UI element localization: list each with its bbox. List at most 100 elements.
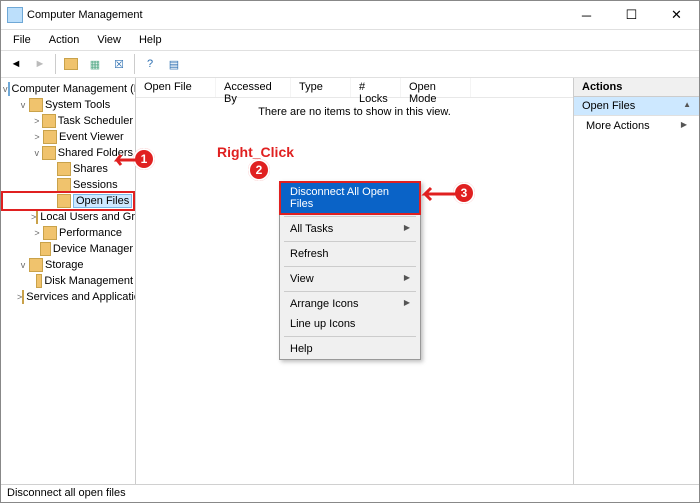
menu-help[interactable]: Help bbox=[131, 32, 170, 48]
folder-icon bbox=[57, 194, 71, 208]
tree-label: Performance bbox=[59, 227, 122, 239]
expand-icon[interactable]: > bbox=[31, 132, 43, 142]
actions-pane: Actions Open Files ▲ More Actions ▶ bbox=[573, 78, 699, 486]
tree-item-open-files[interactable]: Open Files bbox=[3, 193, 133, 209]
tree-root[interactable]: v Computer Management (Local) bbox=[3, 81, 133, 97]
tree-label: Shared Folders bbox=[58, 147, 133, 159]
actions-selected[interactable]: Open Files ▲ bbox=[574, 97, 699, 116]
context-menu: Disconnect All Open Files All Tasks ▶ Refre… bbox=[279, 181, 421, 360]
chevron-right-icon: ▶ bbox=[404, 223, 410, 235]
ctx-label: All Tasks bbox=[290, 223, 333, 235]
chevron-up-icon: ▲ bbox=[683, 100, 691, 112]
ctx-label: Disconnect All Open Files bbox=[290, 186, 410, 210]
tree-item-shares[interactable]: Shares bbox=[3, 161, 133, 177]
tree-item-device-manager[interactable]: Device Manager bbox=[3, 241, 133, 257]
ctx-label: Refresh bbox=[290, 248, 329, 260]
app-icon bbox=[7, 7, 23, 23]
tree-label: Device Manager bbox=[53, 243, 133, 255]
empty-message: There are no items to show in this view. bbox=[136, 98, 573, 118]
nav-tree[interactable]: v Computer Management (Local) v System To… bbox=[1, 78, 136, 486]
expand-icon[interactable]: v bbox=[17, 260, 29, 270]
close-button[interactable]: ✕ bbox=[654, 1, 699, 29]
ctx-label: Line up Icons bbox=[290, 318, 355, 330]
menu-separator bbox=[284, 291, 416, 292]
tree-label: Computer Management (Local) bbox=[12, 83, 137, 95]
folder-icon bbox=[40, 242, 51, 256]
folder-icon bbox=[29, 98, 43, 112]
tree-label: Disk Management bbox=[44, 275, 133, 287]
menubar: File Action View Help bbox=[1, 30, 699, 50]
tree-label: Task Scheduler bbox=[58, 115, 133, 127]
folder-icon bbox=[57, 178, 71, 192]
folder-icon bbox=[29, 258, 43, 272]
expand-icon[interactable]: > bbox=[31, 116, 42, 126]
properties-button[interactable]: ▦ bbox=[84, 53, 106, 75]
menu-separator bbox=[284, 216, 416, 217]
folder-icon bbox=[36, 274, 43, 288]
back-button[interactable]: ◄ bbox=[5, 53, 27, 75]
ctx-label: Help bbox=[290, 343, 313, 355]
menu-separator bbox=[284, 241, 416, 242]
folder-icon bbox=[57, 162, 71, 176]
tree-label: Shares bbox=[73, 163, 108, 175]
col-accessedby[interactable]: Accessed By bbox=[216, 78, 291, 97]
chevron-right-icon: ▶ bbox=[681, 120, 687, 132]
ctx-view[interactable]: View▶ bbox=[280, 269, 420, 289]
menu-view[interactable]: View bbox=[89, 32, 129, 48]
forward-button[interactable]: ► bbox=[29, 53, 51, 75]
tree-label: System Tools bbox=[45, 99, 110, 111]
actions-more-label: More Actions bbox=[586, 120, 650, 132]
tree-item-disk-management[interactable]: Disk Management bbox=[3, 273, 133, 289]
expand-icon[interactable]: v bbox=[17, 100, 29, 110]
tree-item-system-tools[interactable]: v System Tools bbox=[3, 97, 133, 113]
ctx-disconnect-all-open-files[interactable]: Disconnect All Open Files bbox=[280, 182, 420, 214]
help-button[interactable]: ? bbox=[139, 53, 161, 75]
ctx-help[interactable]: Help bbox=[280, 339, 420, 359]
ctx-line-up-icons[interactable]: Line up Icons bbox=[280, 314, 420, 334]
col-openfile[interactable]: Open File bbox=[136, 78, 216, 97]
expand-icon[interactable]: v bbox=[31, 148, 42, 158]
col-locks[interactable]: # Locks bbox=[351, 78, 401, 97]
titlebar: Computer Management ─ ☐ ✕ bbox=[1, 1, 699, 30]
ctx-refresh[interactable]: Refresh bbox=[280, 244, 420, 264]
expand-icon[interactable]: > bbox=[31, 228, 43, 238]
up-button[interactable] bbox=[60, 53, 82, 75]
ctx-label: View bbox=[290, 273, 314, 285]
tree-item-local-users-and-groups[interactable]: >Local Users and Groups bbox=[3, 209, 133, 225]
tree-label: Services and Applications bbox=[26, 291, 136, 303]
chevron-right-icon: ▶ bbox=[404, 298, 410, 310]
maximize-button[interactable]: ☐ bbox=[609, 1, 654, 29]
actions-more[interactable]: More Actions ▶ bbox=[574, 116, 699, 136]
folder-icon bbox=[22, 290, 24, 304]
minimize-button[interactable]: ─ bbox=[564, 1, 609, 29]
tree-item-shared-folders[interactable]: v Shared Folders bbox=[3, 145, 133, 161]
tree-item-task-scheduler[interactable]: > Task Scheduler bbox=[3, 113, 133, 129]
toolbar: ◄ ► ▦ ☒ ? ▤ bbox=[1, 50, 699, 78]
ctx-arrange-icons[interactable]: Arrange Icons▶ bbox=[280, 294, 420, 314]
tree-item-services-and-applications[interactable]: >Services and Applications bbox=[3, 289, 133, 305]
tree-item-sessions[interactable]: Sessions bbox=[3, 177, 133, 193]
tree-label: Storage bbox=[45, 259, 84, 271]
tree-item-performance[interactable]: > Performance bbox=[3, 225, 133, 241]
menu-separator bbox=[284, 336, 416, 337]
refresh-button[interactable]: ☒ bbox=[108, 53, 130, 75]
tree-label: Open Files bbox=[73, 194, 132, 208]
tree-item-storage[interactable]: v Storage bbox=[3, 257, 133, 273]
col-type[interactable]: Type bbox=[291, 78, 351, 97]
tree-label: Sessions bbox=[73, 179, 118, 191]
window-title: Computer Management bbox=[27, 9, 564, 21]
menu-action[interactable]: Action bbox=[41, 32, 88, 48]
ctx-all-tasks[interactable]: All Tasks ▶ bbox=[280, 219, 420, 239]
tree-label: Local Users and Groups bbox=[40, 211, 136, 223]
column-headers[interactable]: Open File Accessed By Type # Locks Open … bbox=[136, 78, 573, 98]
actions-selected-label: Open Files bbox=[582, 100, 635, 112]
menu-file[interactable]: File bbox=[5, 32, 39, 48]
view-button[interactable]: ▤ bbox=[163, 53, 185, 75]
folder-icon bbox=[42, 146, 55, 160]
window-controls: ─ ☐ ✕ bbox=[564, 1, 699, 29]
col-openmode[interactable]: Open Mode bbox=[401, 78, 471, 97]
menu-separator bbox=[284, 266, 416, 267]
tree-item-event-viewer[interactable]: > Event Viewer bbox=[3, 129, 133, 145]
tree-label: Event Viewer bbox=[59, 131, 124, 143]
folder-icon bbox=[42, 114, 55, 128]
